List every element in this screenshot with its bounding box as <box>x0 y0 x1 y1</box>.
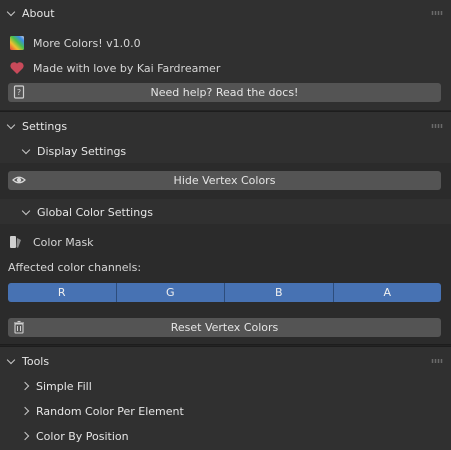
tool-item-random-color-per-element[interactable]: Random Color Per Element <box>0 402 451 420</box>
svg-text:?: ? <box>17 88 21 97</box>
color-mask-icon <box>10 236 21 248</box>
about-title: About <box>22 6 55 20</box>
color-mask-label: Color Mask <box>33 235 94 249</box>
chevron-right-icon <box>20 431 30 441</box>
eye-icon <box>12 176 26 184</box>
docs-button[interactable]: ? Need help? Read the docs! <box>8 83 441 102</box>
panel-separator <box>0 345 451 346</box>
hide-vertex-colors-button[interactable]: Hide Vertex Colors <box>8 171 441 190</box>
chevron-down-icon <box>6 7 16 16</box>
love-row: Made with love by Kai Fardreamer <box>0 59 451 77</box>
tool-item-label: Color By Position <box>36 429 129 443</box>
docs-button-label: Need help? Read the docs! <box>150 86 299 99</box>
reset-vertex-colors-button[interactable]: Reset Vertex Colors <box>8 318 441 337</box>
settings-panel-header[interactable]: Settings <box>0 114 451 138</box>
color-mask-row: Color Mask <box>0 233 451 251</box>
global-color-settings-header[interactable]: Global Color Settings <box>0 200 451 224</box>
display-settings-title: Display Settings <box>37 144 127 158</box>
drag-handle-icon[interactable] <box>431 124 443 128</box>
chevron-down-icon <box>6 355 16 364</box>
tools-title: Tools <box>22 354 50 368</box>
affected-channels-row: Affected color channels: <box>0 259 451 275</box>
chevron-down-icon <box>6 120 16 129</box>
channel-selector: R G B A <box>8 283 441 302</box>
display-settings-header[interactable]: Display Settings <box>0 139 451 163</box>
trash-icon <box>14 320 24 334</box>
tool-item-simple-fill[interactable]: Simple Fill <box>0 377 451 395</box>
version-text: More Colors! v1.0.0 <box>33 36 141 50</box>
tool-item-label: Simple Fill <box>36 379 92 393</box>
chevron-right-icon <box>20 381 30 391</box>
settings-title: Settings <box>22 119 68 133</box>
tool-item-label: Random Color Per Element <box>36 404 184 418</box>
reset-vertex-colors-label: Reset Vertex Colors <box>170 321 279 334</box>
help-book-icon: ? <box>13 85 25 99</box>
channel-r-toggle[interactable]: R <box>8 283 117 302</box>
chevron-right-icon <box>20 406 30 416</box>
channel-g-toggle[interactable]: G <box>116 283 225 302</box>
global-color-settings-title: Global Color Settings <box>37 205 153 219</box>
color-palette-icon <box>10 36 24 50</box>
channel-b-toggle[interactable]: B <box>225 283 334 302</box>
chevron-down-icon <box>21 206 31 215</box>
hide-vertex-colors-label: Hide Vertex Colors <box>173 174 276 187</box>
about-panel-header[interactable]: About <box>0 1 451 25</box>
tools-panel-header[interactable]: Tools <box>0 349 451 373</box>
version-row: More Colors! v1.0.0 <box>0 34 451 52</box>
love-text: Made with love by Kai Fardreamer <box>33 61 221 75</box>
heart-icon <box>10 62 24 74</box>
drag-handle-icon[interactable] <box>431 11 443 15</box>
affected-channels-label: Affected color channels: <box>8 260 142 274</box>
channel-a-toggle[interactable]: A <box>333 283 441 302</box>
tool-item-color-by-position[interactable]: Color By Position <box>0 427 451 445</box>
panel-separator <box>0 110 451 111</box>
drag-handle-icon[interactable] <box>431 359 443 363</box>
chevron-down-icon <box>21 145 31 154</box>
